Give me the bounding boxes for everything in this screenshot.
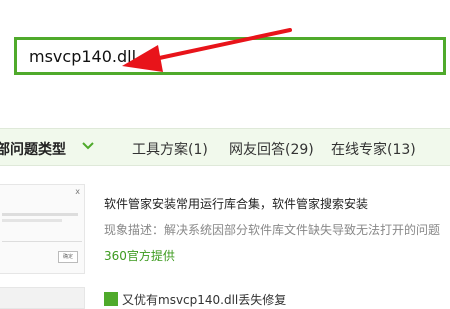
result-title[interactable]: 软件管家安装常用运行库合集，软件管家搜索安装	[104, 195, 368, 212]
result-thumbnail[interactable]: x 确定	[0, 184, 85, 274]
chevron-down-icon[interactable]	[80, 140, 96, 152]
result-source[interactable]: 360官方提供	[104, 247, 175, 264]
tab-online-experts[interactable]: 在线专家(13)	[331, 139, 416, 159]
thumbnail-close-icon: x	[75, 187, 80, 196]
tab-tool-solutions[interactable]: 工具方案(1)	[132, 139, 208, 159]
thumbnail-text-line	[2, 213, 78, 216]
next-result-icon	[104, 292, 118, 306]
thumbnail-text-line	[2, 219, 62, 222]
tab-user-answers[interactable]: 网友回答(29)	[229, 139, 314, 159]
thumbnail-ok-button: 确定	[58, 251, 78, 263]
result-description: 现象描述：解决系统因部分软件库文件缺失导致无法打开的问题	[104, 223, 441, 237]
question-type-tabs: 部问题类型 工具方案(1) 网友回答(29) 在线专家(13)	[0, 128, 450, 166]
next-result-thumbnail[interactable]	[0, 287, 85, 309]
tab-question-type[interactable]: 部问题类型	[0, 139, 66, 159]
thumbnail-divider	[2, 241, 82, 242]
